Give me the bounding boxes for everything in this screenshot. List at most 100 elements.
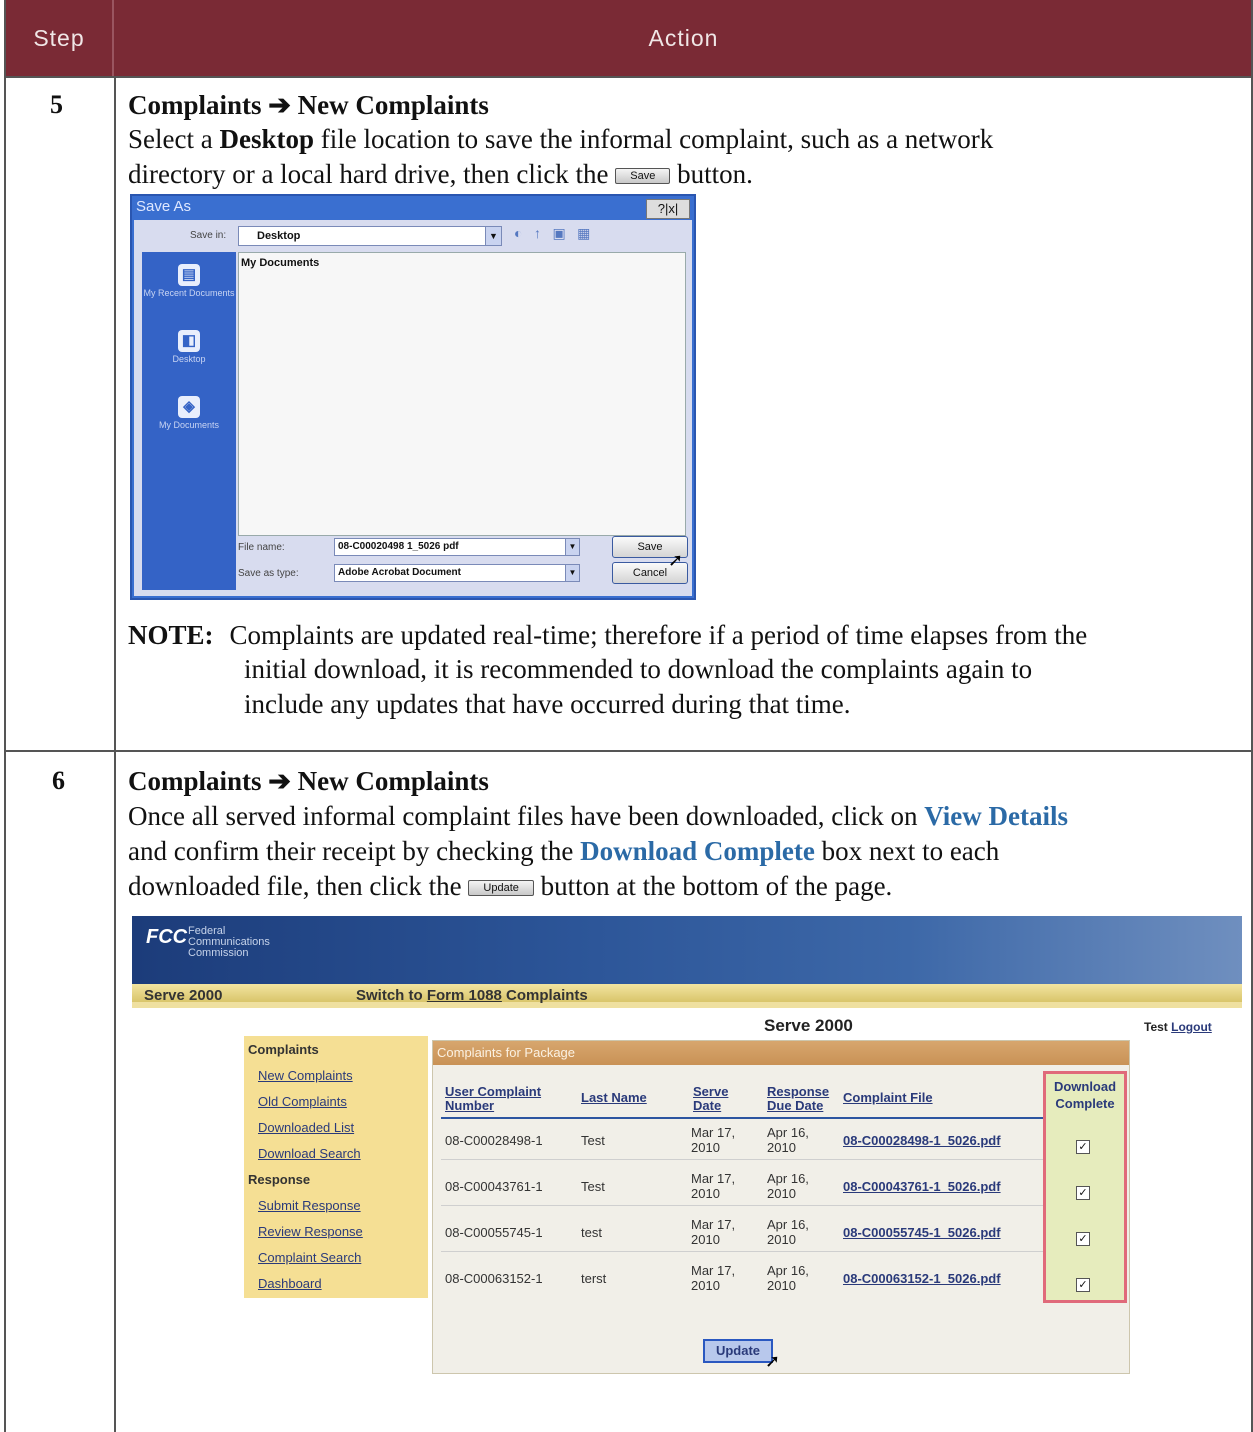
row-3-last-name: test [581,1225,602,1240]
step-5-line2: directory or a local hard drive, then cl… [128,159,753,189]
row-4-serve-date: Mar 17, 2010 [691,1263,736,1293]
col-complaint-file[interactable]: Complaint File [843,1091,933,1105]
download-complete-column: Download Complete ✓ ✓ ✓ ✓ [1043,1071,1127,1303]
step-5-crumb: Complaints ➔ New Complaints [128,88,489,123]
nav-switch[interactable]: Switch to Form 1088 Complaints [356,987,588,1004]
crumb-new-complaints: New Complaints [297,90,489,120]
col-user-complaint-number[interactable]: User Complaint Number [445,1085,565,1113]
row-2-serve-date: Mar 17, 2010 [691,1171,736,1201]
col-download-complete: Download Complete [1053,1079,1117,1111]
row-separator [441,1159,1043,1160]
file-item[interactable]: My Documents [241,257,319,269]
step-5-number: 5 [50,90,63,119]
chevron-down-icon: ▼ [565,539,579,555]
user-info: Test Logout [1144,1020,1212,1034]
panel-title: Complaints for Package [433,1041,1129,1065]
arrow-icon: ➔ [268,90,291,120]
file-name-input[interactable]: 08-C00020498 1_5026 pdf ▼ [334,538,580,556]
update-button-image: Update [468,880,534,896]
place-recent[interactable]: ▤ My Recent Documents [142,256,236,318]
save-as-type-select[interactable]: Adobe Acrobat Document ▼ [334,564,580,582]
save-as-dialog: Save As ?|x| Save in: Desktop ▼ ◐ ↑ ▣ ▦ ▤… [130,194,696,600]
save-as-type-label: Save as type: [238,568,299,579]
crumb-complaints: Complaints [128,90,262,120]
row-3-number: 08-C00055745-1 [445,1225,543,1240]
row-separator [441,1251,1043,1252]
download-complete-checkbox[interactable]: ✓ [1076,1140,1090,1154]
sidebar: Complaints New Complaints Old Complaints… [244,1036,428,1298]
row-3-due-date: Apr 16, 2010 [767,1217,809,1247]
arrow-icon: ➔ [268,766,291,796]
sidebar-item-complaint-search[interactable]: Complaint Search [258,1250,361,1265]
note-line2: initial download, it is recommended to d… [244,654,1033,684]
sidebar-item-downloaded-list[interactable]: Downloaded List [258,1120,354,1135]
mouse-cursor-icon: ➚ [765,1351,781,1372]
sidebar-item-old-complaints[interactable]: Old Complaints [258,1094,347,1109]
step-6-line1: Once all served informal complaint files… [128,801,1068,831]
sidebar-item-submit-response[interactable]: Submit Response [258,1198,361,1213]
row-1-file-link[interactable]: 08-C00028498-1_5026.pdf [843,1133,1001,1148]
download-complete-checkbox[interactable]: ✓ [1076,1278,1090,1292]
sidebar-item-download-search[interactable]: Download Search [258,1146,361,1161]
dialog-toolbar-icons[interactable]: ◐ ↑ ▣ ▦ [514,226,594,243]
row-divider [6,750,1251,752]
row-2-number: 08-C00043761-1 [445,1179,543,1194]
header-step: Step [6,0,114,76]
row-4-number: 08-C00063152-1 [445,1271,543,1286]
row-4-due-date: Apr 16, 2010 [767,1263,809,1293]
place-desktop[interactable]: ◧ Desktop [142,322,236,384]
update-button[interactable]: Update [703,1339,773,1363]
mouse-cursor-icon: ➚ [668,550,684,571]
step-6-crumb: Complaints ➔ New Complaints [128,766,489,796]
row-1-due-date: Apr 16, 2010 [767,1125,809,1155]
sidebar-item-new-complaints[interactable]: New Complaints [258,1068,353,1083]
sidebar-heading-response: Response [248,1172,311,1187]
note-line1: NOTE: Complaints are updated real-time; t… [128,620,1088,650]
download-complete-checkbox[interactable]: ✓ [1076,1186,1090,1200]
desktop-icon: ◧ [178,330,200,352]
row-2-file-link[interactable]: 08-C00043761-1_5026.pdf [843,1179,1001,1194]
row-4-file-link[interactable]: 08-C00063152-1_5026.pdf [843,1271,1001,1286]
save-in-label: Save in: [190,230,227,241]
fcc-logo-text: Federal Communications Commission [188,925,270,959]
page-title: Serve 2000 [764,1016,853,1035]
nav-serve[interactable]: Serve 2000 [144,987,222,1004]
file-list[interactable]: My Documents [238,252,686,536]
row-2-due-date: Apr 16, 2010 [767,1171,809,1201]
col-serve-date[interactable]: Serve Date [693,1085,743,1113]
column-divider [114,78,116,1432]
place-my-documents[interactable]: ◈ My Documents [142,388,236,450]
sidebar-item-review-response[interactable]: Review Response [258,1224,363,1239]
save-in-dropdown[interactable]: Desktop ▼ [238,226,502,246]
note-line3: include any updates that have occurred d… [244,689,851,719]
header-action: Action [648,24,719,51]
recent-documents-icon: ▤ [178,264,200,286]
row-3-file-link[interactable]: 08-C00055745-1_5026.pdf [843,1225,1001,1240]
places-bar: ▤ My Recent Documents ◧ Desktop ◈ My Docume… [142,252,236,590]
row-4-last-name: terst [581,1271,607,1286]
dialog-title: Save As [136,198,192,215]
help-close-buttons[interactable]: ?|x| [646,199,690,219]
fcc-logo: FCC [146,926,188,948]
file-name-label: File name: [238,542,285,553]
chevron-down-icon: ▼ [485,227,501,245]
instruction-table: Step Action 5 Complaints ➔ New Complaint… [4,0,1253,1432]
row-3-serve-date: Mar 17, 2010 [691,1217,736,1247]
folder-icon: ◈ [178,396,200,418]
col-response-due-date[interactable]: Response Due Date [767,1085,839,1113]
step-6-number: 6 [52,766,65,795]
row-separator [441,1205,1043,1206]
row-1-serve-date: Mar 17, 2010 [691,1125,736,1155]
table-header: Step Action [6,0,1251,78]
fcc-banner: FCC Federal Communications Commission [132,916,1242,984]
complaints-panel: Complaints for Package User Complaint Nu… [432,1040,1130,1374]
step-6-line2: and confirm their receipt by checking th… [128,836,1000,866]
chevron-down-icon: ▼ [565,565,579,581]
col-last-name[interactable]: Last Name [581,1091,647,1105]
row-2-last-name: Test [581,1179,605,1194]
sidebar-heading-complaints: Complaints [248,1042,319,1057]
sidebar-item-dashboard[interactable]: Dashboard [258,1276,322,1291]
download-complete-checkbox[interactable]: ✓ [1076,1232,1090,1246]
row-1-number: 08-C00028498-1 [445,1133,543,1148]
logout-link[interactable]: Logout [1171,1020,1212,1034]
